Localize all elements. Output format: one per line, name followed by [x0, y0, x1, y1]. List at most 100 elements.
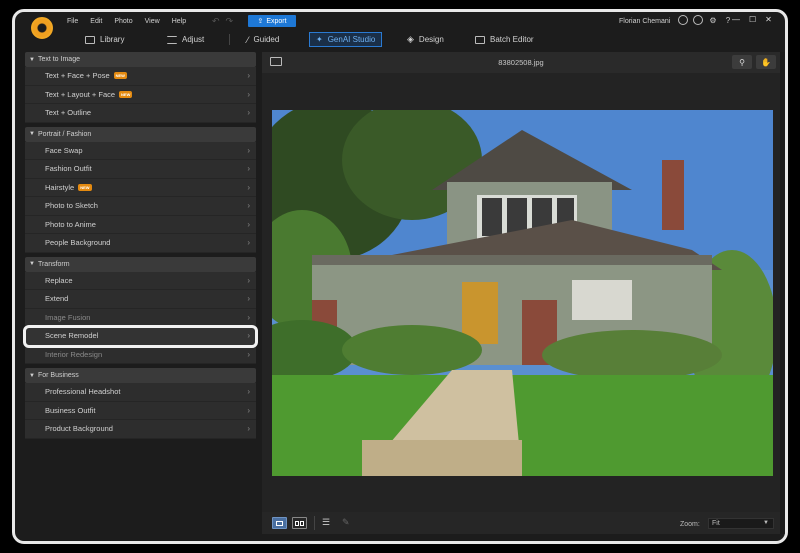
- title-bar: File Edit Photo View Help ↶ ↷ ⇪ Export F…: [15, 12, 785, 39]
- compare-view-icon[interactable]: [292, 517, 307, 529]
- sidebar-item-extend[interactable]: Extend ›: [25, 290, 256, 309]
- notification-icon[interactable]: [693, 15, 703, 25]
- sidebar-item-people-background[interactable]: People Background ›: [25, 234, 256, 253]
- eraser-icon[interactable]: ✎: [342, 517, 350, 528]
- group-header-transform[interactable]: ▼ Transform: [25, 256, 256, 272]
- export-list-icon[interactable]: ☰: [322, 517, 330, 528]
- sidebar-item-business-outfit[interactable]: Business Outfit ›: [25, 401, 256, 420]
- mode-tabs: Library Adjust ⁄ Guided ✦ GenAI Studio ◈…: [15, 30, 785, 50]
- tab-batch-editor[interactable]: Batch Editor: [475, 32, 534, 47]
- group-header-for-business[interactable]: ▼ For Business: [25, 368, 256, 383]
- group-title: Transform: [37, 260, 70, 268]
- redo-icon[interactable]: ↷: [226, 16, 234, 27]
- sidebar-item-photo-to-sketch[interactable]: Photo to Sketch ›: [25, 197, 256, 216]
- menu-file[interactable]: File: [67, 18, 78, 25]
- file-name: 83802508.jpg: [498, 58, 544, 67]
- sidebar-item-professional-headshot[interactable]: Professional Headshot ›: [25, 383, 256, 402]
- maximize-icon[interactable]: ☐: [749, 15, 756, 24]
- item-label: Replace: [45, 275, 73, 285]
- house-photo-illustration: [272, 110, 773, 476]
- tab-label: GenAI Studio: [327, 35, 376, 44]
- sidebar-item-text-layout-face[interactable]: Text + Layout + Face NEW ›: [25, 85, 256, 104]
- zoom-tool-icon[interactable]: ⚲: [732, 55, 752, 69]
- tab-guided[interactable]: ⁄ Guided: [247, 32, 279, 47]
- group-title: Portrait / Fashion: [37, 130, 92, 138]
- wand-icon: ⁄: [247, 34, 249, 45]
- export-button[interactable]: ⇪ Export: [248, 15, 296, 27]
- tab-label: Batch Editor: [490, 35, 534, 44]
- sidebar-item-scene-remodel[interactable]: Scene Remodel ›: [23, 325, 258, 348]
- minimize-icon[interactable]: —: [732, 15, 740, 24]
- menu-edit[interactable]: Edit: [90, 18, 102, 25]
- item-label: Product Background: [45, 424, 113, 434]
- tab-adjust[interactable]: Adjust: [167, 32, 204, 47]
- sidebar-item-text-outline[interactable]: Text + Outline ›: [25, 104, 256, 123]
- sliders-icon: [167, 35, 177, 44]
- chevron-right-icon: ›: [247, 424, 250, 433]
- caret-down-icon: ▼: [29, 261, 35, 267]
- single-view-icon[interactable]: [272, 517, 287, 529]
- image-viewer: 83802508.jpg ⚲ ✋ ☰ ✎ Zoom: Fit ▼: [262, 52, 780, 534]
- app-window: File Edit Photo View Help ↶ ↷ ⇪ Export F…: [12, 9, 788, 544]
- item-label: Face Swap: [45, 145, 83, 155]
- export-icon: ⇪: [257, 18, 264, 25]
- item-label: Scene Remodel: [45, 331, 99, 341]
- tab-label: Library: [100, 35, 125, 44]
- caret-down-icon: ▼: [29, 56, 35, 63]
- chevron-down-icon: ▼: [763, 520, 769, 526]
- sidebar-item-photo-to-anime[interactable]: Photo to Anime ›: [25, 215, 256, 234]
- layers-icon: ◈: [407, 34, 414, 44]
- sidebar-item-interior-redesign[interactable]: Interior Redesign ›: [25, 345, 256, 364]
- sidebar-item-text-face-pose[interactable]: Text + Face + Pose NEW ›: [25, 67, 256, 86]
- undo-redo: ↶ ↷: [212, 16, 233, 27]
- menu-help[interactable]: Help: [172, 18, 186, 25]
- sidebar-item-product-background[interactable]: Product Background ›: [25, 420, 256, 439]
- sidebar-item-face-swap[interactable]: Face Swap ›: [25, 141, 256, 160]
- hand-tool-icon[interactable]: ✋: [756, 55, 776, 69]
- chevron-right-icon: ›: [247, 219, 250, 229]
- export-label: Export: [266, 17, 287, 25]
- chevron-right-icon: ›: [247, 331, 250, 340]
- tab-library[interactable]: Library: [85, 32, 124, 47]
- undo-icon[interactable]: ↶: [212, 16, 220, 27]
- tab-design[interactable]: ◈ Design: [407, 32, 444, 47]
- menu-photo[interactable]: Photo: [114, 18, 132, 25]
- chevron-right-icon: ›: [247, 349, 250, 359]
- item-label: Professional Headshot: [45, 387, 121, 397]
- menu-view[interactable]: View: [145, 18, 160, 25]
- item-label: Business Outfit: [45, 405, 96, 415]
- window-controls: — ☐ ✕: [732, 15, 772, 24]
- sidebar-item-hairstyle[interactable]: Hairstyle NEW ›: [25, 178, 256, 197]
- item-label: Image Fusion: [45, 312, 91, 322]
- caret-down-icon: ▼: [29, 372, 35, 379]
- gear-icon[interactable]: ⚙: [708, 15, 718, 25]
- chevron-right-icon: ›: [247, 238, 250, 247]
- sidebar-item-replace[interactable]: Replace ›: [25, 271, 256, 290]
- group-title: Text to Image: [37, 56, 80, 63]
- group-header-text-to-image[interactable]: ▼ Text to Image: [25, 52, 256, 67]
- chevron-right-icon: ›: [247, 275, 250, 285]
- chevron-right-icon: ›: [247, 164, 250, 173]
- group-header-portrait-fashion[interactable]: ▼ Portrait / Fashion: [25, 126, 256, 142]
- zoom-select[interactable]: Fit ▼: [708, 518, 774, 529]
- sidebar-item-image-fusion[interactable]: Image Fusion ›: [25, 308, 256, 327]
- chevron-right-icon: ›: [247, 182, 250, 192]
- batch-icon: [475, 35, 485, 44]
- sidebar-item-fashion-outfit[interactable]: Fashion Outfit ›: [25, 160, 256, 179]
- zoom-label: Zoom:: [680, 521, 700, 528]
- account-icon[interactable]: [678, 15, 688, 25]
- caret-down-icon: ▼: [29, 131, 35, 137]
- chevron-right-icon: ›: [247, 387, 250, 396]
- user-name[interactable]: Florian Chemani: [619, 18, 670, 25]
- item-label: Text + Layout + Face: [45, 89, 116, 99]
- close-icon[interactable]: ✕: [765, 15, 772, 24]
- new-badge: NEW: [113, 72, 127, 80]
- divider: [314, 516, 315, 530]
- genai-sidebar: ▼ Text to Image Text + Face + Pose NEW ›…: [23, 52, 258, 533]
- zoom-value: Fit: [712, 520, 720, 527]
- item-label: Text + Outline: [45, 108, 92, 118]
- item-label: Extend: [45, 294, 69, 304]
- tab-genai-studio[interactable]: ✦ GenAI Studio: [309, 32, 383, 47]
- menu-bar: File Edit Photo View Help: [67, 18, 186, 25]
- tab-label: Adjust: [182, 35, 205, 44]
